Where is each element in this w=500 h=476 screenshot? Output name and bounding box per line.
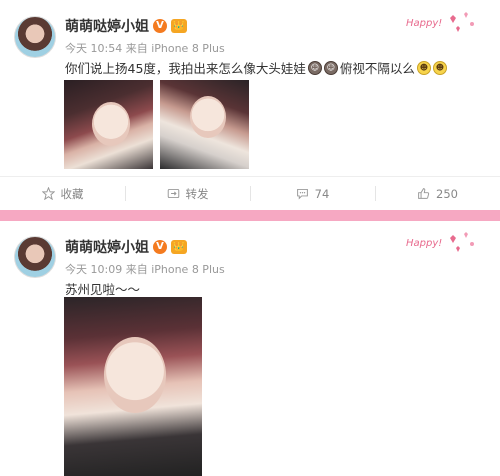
like-button[interactable]: 250 — [375, 177, 500, 210]
post-photo[interactable] — [64, 297, 202, 476]
crown-badge-icon[interactable]: 👑 — [171, 240, 187, 254]
post-photo[interactable] — [64, 80, 153, 169]
username[interactable]: 萌萌哒婷小姐 — [65, 16, 149, 36]
laugh-cry-emoji-icon: ☻ — [416, 60, 431, 75]
doll-emoji-icon: ☺ — [307, 60, 322, 75]
laugh-cry-emoji-icon: ☻ — [432, 60, 447, 75]
username[interactable]: 萌萌哒婷小姐 — [65, 237, 149, 257]
avatar[interactable] — [14, 236, 56, 278]
comment-count: 74 — [314, 186, 330, 201]
doll-emoji-icon: ☺ — [323, 60, 338, 75]
post-text: 苏州见啦～～ — [65, 282, 141, 297]
avatar[interactable] — [14, 16, 56, 58]
crown-badge-icon[interactable]: 👑 — [171, 19, 187, 33]
happy-text: Happy! — [406, 238, 442, 249]
like-count: 250 — [436, 186, 458, 201]
thumbs-up-icon — [418, 188, 430, 199]
happy-decoration-icon: Happy! — [406, 232, 474, 252]
repost-label: 转发 — [185, 186, 209, 201]
post-text-after: 俯视不隔以么 — [339, 61, 415, 76]
username-row: 萌萌哒婷小姐 V 👑 — [65, 237, 187, 257]
favorite-button[interactable]: 收藏 — [0, 177, 125, 210]
post-photo[interactable] — [160, 80, 249, 169]
post-text: 你们说上扬45度，我拍出来怎么像大头娃娃 ☺ ☺ 俯视不隔以么 ☻ ☻ — [65, 58, 447, 77]
favorite-label: 收藏 — [60, 186, 84, 201]
post-meta: 今天 10:09 来自 iPhone 8 Plus — [65, 263, 225, 276]
action-bar: 收藏 转发 74 250 — [0, 177, 500, 210]
happy-text: Happy! — [406, 18, 442, 29]
comment-icon — [296, 188, 308, 200]
username-row: 萌萌哒婷小姐 V 👑 — [65, 16, 187, 36]
verified-badge-icon[interactable]: V — [153, 19, 167, 33]
weibo-post-1: 萌萌哒婷小姐 V 👑 今天 10:54 来自 iPhone 8 Plus 你们说… — [0, 0, 500, 210]
happy-decoration-icon: Happy! — [406, 12, 474, 32]
verified-badge-icon[interactable]: V — [153, 240, 167, 254]
repost-icon — [167, 188, 179, 199]
post-text-main: 你们说上扬45度，我拍出来怎么像大头娃娃 — [65, 61, 306, 76]
star-icon — [41, 187, 55, 200]
comment-button[interactable]: 74 — [250, 177, 375, 210]
repost-button[interactable]: 转发 — [125, 177, 250, 210]
post-meta: 今天 10:54 来自 iPhone 8 Plus — [65, 42, 225, 55]
